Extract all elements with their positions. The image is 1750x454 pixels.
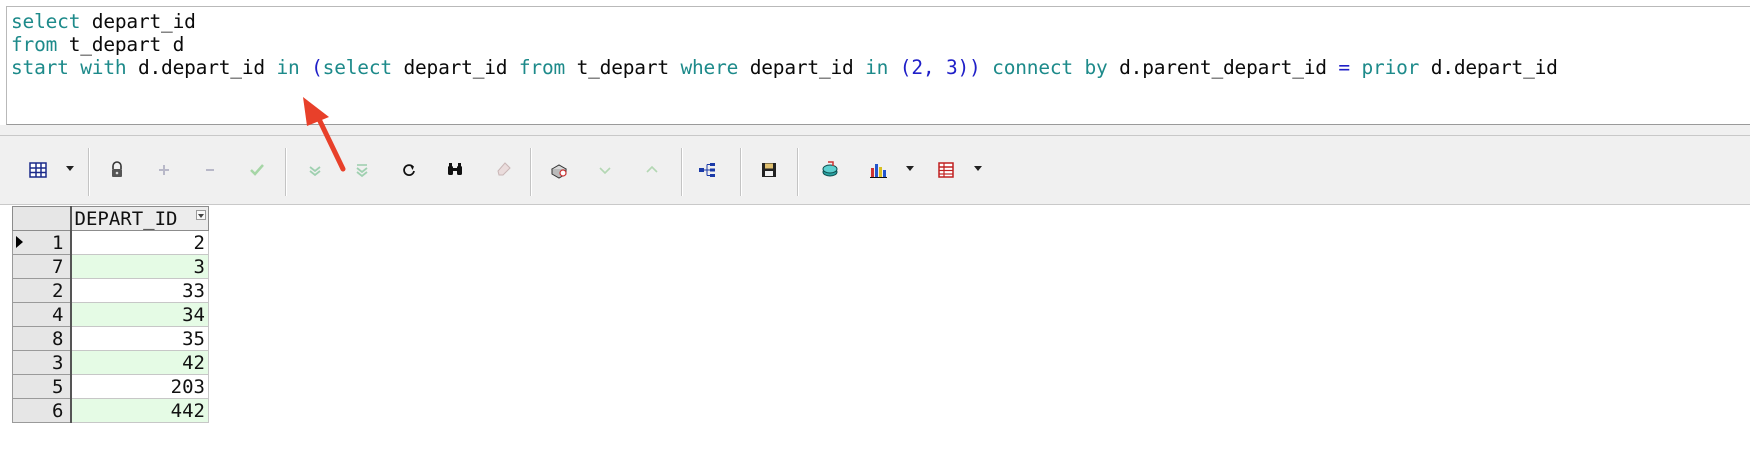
operator: = <box>1338 56 1350 79</box>
identifier: d.depart_id <box>1430 56 1558 79</box>
identifier: d.depart_id <box>137 56 265 79</box>
row-header[interactable]: 8 <box>12 326 72 351</box>
keyword: from <box>518 56 566 79</box>
next-record-icon[interactable] <box>593 158 617 182</box>
export-icon[interactable] <box>818 158 842 182</box>
cell-depart-id[interactable]: 2 <box>70 230 209 255</box>
keyword: connect <box>992 56 1073 79</box>
cell-depart-id[interactable]: 34 <box>70 302 209 327</box>
toolbar-separator <box>285 148 287 196</box>
result-table: DEPART_ID 1 2 7 3 2 33 4 34 8 35 3 42 5 203 6 442 <box>12 206 209 423</box>
sql-line-3: start with d.depart_id in (select depart… <box>11 55 1558 81</box>
table-row[interactable]: 4 34 <box>12 302 209 327</box>
fetch-next-page-icon[interactable] <box>303 158 327 182</box>
paren: ( <box>899 56 912 79</box>
sql-editor[interactable]: select depart_id from t_depart d start w… <box>6 6 1750 125</box>
previous-record-icon[interactable] <box>640 158 664 182</box>
keyword: in <box>276 56 300 79</box>
table-row[interactable]: 12 <box>12 230 209 255</box>
toolbar-separator <box>797 148 799 196</box>
row-header[interactable]: 5 <box>12 374 72 399</box>
toolbar-separator <box>530 148 532 196</box>
header-row: DEPART_ID <box>12 206 209 231</box>
find-icon[interactable] <box>443 158 467 182</box>
keyword: by <box>1084 56 1108 79</box>
clear-icon[interactable] <box>492 158 516 182</box>
cell-depart-id[interactable]: 203 <box>70 374 209 399</box>
table-row[interactable]: 8 35 <box>12 326 209 351</box>
result-toolbar <box>0 136 1750 205</box>
table-row[interactable]: 5 203 <box>12 374 209 399</box>
table-row[interactable]: 2 33 <box>12 278 209 303</box>
keyword: with <box>80 56 127 79</box>
chart-icon[interactable] <box>866 158 890 182</box>
keyword: where <box>680 56 739 79</box>
row-number: 6 <box>52 399 64 422</box>
identifier: depart_id <box>80 10 196 33</box>
toolbar-separator <box>88 148 90 196</box>
keyword: prior <box>1361 56 1420 79</box>
row-number: 3 <box>52 351 64 374</box>
column-header-label: DEPART_ID <box>74 207 178 230</box>
keyword: in <box>865 56 889 79</box>
toolbar-separator <box>740 148 742 196</box>
refresh-icon[interactable] <box>397 158 421 182</box>
keyword: select <box>11 10 81 33</box>
post-check-icon[interactable] <box>245 158 269 182</box>
chevron-down-icon[interactable] <box>906 166 914 171</box>
identifier: d.parent_depart_id <box>1119 56 1327 79</box>
query-by-example-icon[interactable] <box>547 158 571 182</box>
column-header-depart-id[interactable]: DEPART_ID <box>70 206 209 231</box>
fetch-last-page-icon[interactable] <box>350 158 374 182</box>
chevron-down-icon[interactable] <box>974 166 982 171</box>
row-number: 2 <box>52 279 64 302</box>
cell-depart-id[interactable]: 33 <box>70 278 209 303</box>
tree-icon[interactable] <box>695 158 719 182</box>
identifier: depart_id <box>403 56 508 79</box>
number: 2 <box>911 56 923 79</box>
keyword: select <box>322 56 392 79</box>
row-header[interactable]: 2 <box>12 278 72 303</box>
comma: , <box>922 56 935 79</box>
grid-view-icon[interactable] <box>26 158 50 182</box>
toolbar-separator <box>681 148 683 196</box>
table-row[interactable]: 6 442 <box>12 398 209 423</box>
grid-corner[interactable] <box>12 206 72 231</box>
row-header[interactable]: 7 <box>12 254 72 279</box>
cell-depart-id[interactable]: 442 <box>70 398 209 423</box>
paren: ( <box>311 56 323 79</box>
identifier: t_depart d <box>57 33 185 56</box>
row-number: 1 <box>52 231 64 254</box>
chevron-down-icon[interactable] <box>66 166 74 171</box>
row-header[interactable]: 3 <box>12 350 72 375</box>
row-header[interactable]: 1 <box>12 230 72 255</box>
cell-depart-id[interactable]: 35 <box>70 326 209 351</box>
sort-dropdown-icon[interactable] <box>196 210 206 220</box>
identifier: depart_id <box>749 56 854 79</box>
identifier: t_depart <box>576 56 670 79</box>
number: 3 <box>945 56 958 79</box>
grid-body: 1 2 7 3 2 33 4 34 8 35 3 42 5 203 6 442 <box>12 230 209 423</box>
add-record-icon[interactable] <box>152 158 176 182</box>
result-grid[interactable]: DEPART_ID 1 2 7 3 2 33 4 34 8 35 3 42 5 203 6 442 <box>12 206 209 423</box>
cell-depart-id[interactable]: 42 <box>70 350 209 375</box>
splitter[interactable] <box>0 125 1750 136</box>
table-row[interactable]: 73 <box>12 254 209 279</box>
row-header[interactable]: 4 <box>12 302 72 327</box>
remove-record-icon[interactable] <box>198 158 222 182</box>
save-icon[interactable] <box>757 158 781 182</box>
cell-depart-id[interactable]: 3 <box>70 254 209 279</box>
table-row[interactable]: 3 42 <box>12 350 209 375</box>
row-number: 7 <box>52 255 64 278</box>
current-row-indicator-icon <box>16 236 23 248</box>
lock-icon[interactable] <box>105 158 129 182</box>
row-number: 5 <box>52 375 64 398</box>
row-number: 8 <box>52 327 64 350</box>
keyword: from <box>11 33 58 56</box>
row-number: 4 <box>52 303 64 326</box>
paren: )) <box>957 56 981 79</box>
row-header[interactable]: 6 <box>12 398 72 423</box>
keyword: start <box>11 56 69 79</box>
single-record-view-icon[interactable] <box>934 158 958 182</box>
